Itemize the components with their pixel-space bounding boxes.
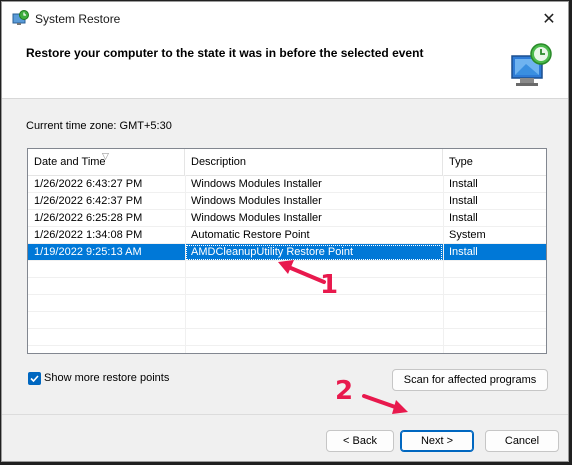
close-icon: ✕	[542, 11, 556, 28]
scan-affected-programs-button[interactable]: Scan for affected programs	[392, 369, 548, 391]
cell-description: Windows Modules Installer	[191, 195, 322, 207]
grid-line	[185, 175, 186, 353]
grid-line	[28, 209, 546, 210]
show-more-checkbox[interactable]	[28, 372, 41, 385]
page-title: Restore your computer to the state it wa…	[26, 46, 424, 60]
grid-line	[443, 175, 444, 353]
checkmark-icon	[30, 375, 39, 383]
sort-descending-icon: ▽	[102, 151, 109, 161]
close-button[interactable]: ✕	[538, 8, 560, 30]
column-header-description-label: Description	[191, 156, 247, 168]
cell-type: Install	[449, 212, 478, 224]
annotation-marker-1: 1	[320, 270, 339, 300]
column-header-date-label: Date and Time	[34, 156, 106, 168]
window-title: System Restore	[35, 12, 121, 26]
grid-line	[28, 311, 546, 312]
back-button[interactable]: < Back	[326, 430, 394, 452]
grid-line	[28, 192, 546, 193]
grid-line	[28, 345, 546, 346]
cell-date: 1/26/2022 6:25:28 PM	[34, 212, 143, 224]
cell-type: Install	[449, 178, 478, 190]
cancel-button[interactable]: Cancel	[485, 430, 559, 452]
restore-points-list[interactable]: Date and Time ▽ Description Type 1/26/20…	[27, 148, 547, 354]
cell-type: Install	[449, 195, 478, 207]
timezone-label: Current time zone: GMT+5:30	[26, 120, 172, 132]
show-more-label: Show more restore points	[44, 372, 170, 384]
table-row[interactable]: 1/26/2022 6:25:28 PM Windows Modules Inst…	[28, 210, 546, 227]
cell-date: 1/26/2022 6:43:27 PM	[34, 178, 143, 190]
footer-divider	[2, 414, 568, 415]
table-row[interactable]: 1/26/2022 6:43:27 PM Windows Modules Inst…	[28, 176, 546, 193]
grid-line	[28, 226, 546, 227]
column-header-type[interactable]: Type	[443, 149, 546, 175]
next-button[interactable]: Next >	[400, 430, 474, 452]
cell-type: Install	[449, 246, 478, 258]
system-restore-window: System Restore ✕ Restore your computer t…	[1, 1, 569, 462]
column-header-type-label: Type	[449, 156, 473, 168]
annotation-marker-2: 2	[335, 376, 354, 406]
cell-date: 1/26/2022 1:34:08 PM	[34, 229, 143, 241]
system-restore-icon	[12, 10, 30, 28]
table-row[interactable]: 1/26/2022 6:42:37 PM Windows Modules Inst…	[28, 193, 546, 210]
cell-date: 1/26/2022 6:42:37 PM	[34, 195, 143, 207]
grid-line	[28, 294, 546, 295]
column-header-description[interactable]: Description	[185, 149, 443, 175]
annotation-arrow-2	[362, 394, 408, 414]
list-header: Date and Time ▽ Description Type	[28, 149, 546, 176]
grid-line	[28, 243, 546, 244]
wizard-header: Restore your computer to the state it wa…	[2, 36, 568, 99]
title-bar: System Restore ✕	[2, 2, 568, 36]
grid-line	[28, 328, 546, 329]
cell-description: Automatic Restore Point	[191, 229, 310, 241]
cell-description: Windows Modules Installer	[191, 212, 322, 224]
table-row[interactable]: 1/26/2022 1:34:08 PM Automatic Restore Po…	[28, 227, 546, 244]
cell-date: 1/19/2022 9:25:13 AM	[34, 246, 142, 258]
cell-type: System	[449, 229, 486, 241]
cell-description: Windows Modules Installer	[191, 178, 322, 190]
restore-monitor-icon	[506, 42, 556, 90]
column-header-date[interactable]: Date and Time ▽	[28, 149, 185, 175]
